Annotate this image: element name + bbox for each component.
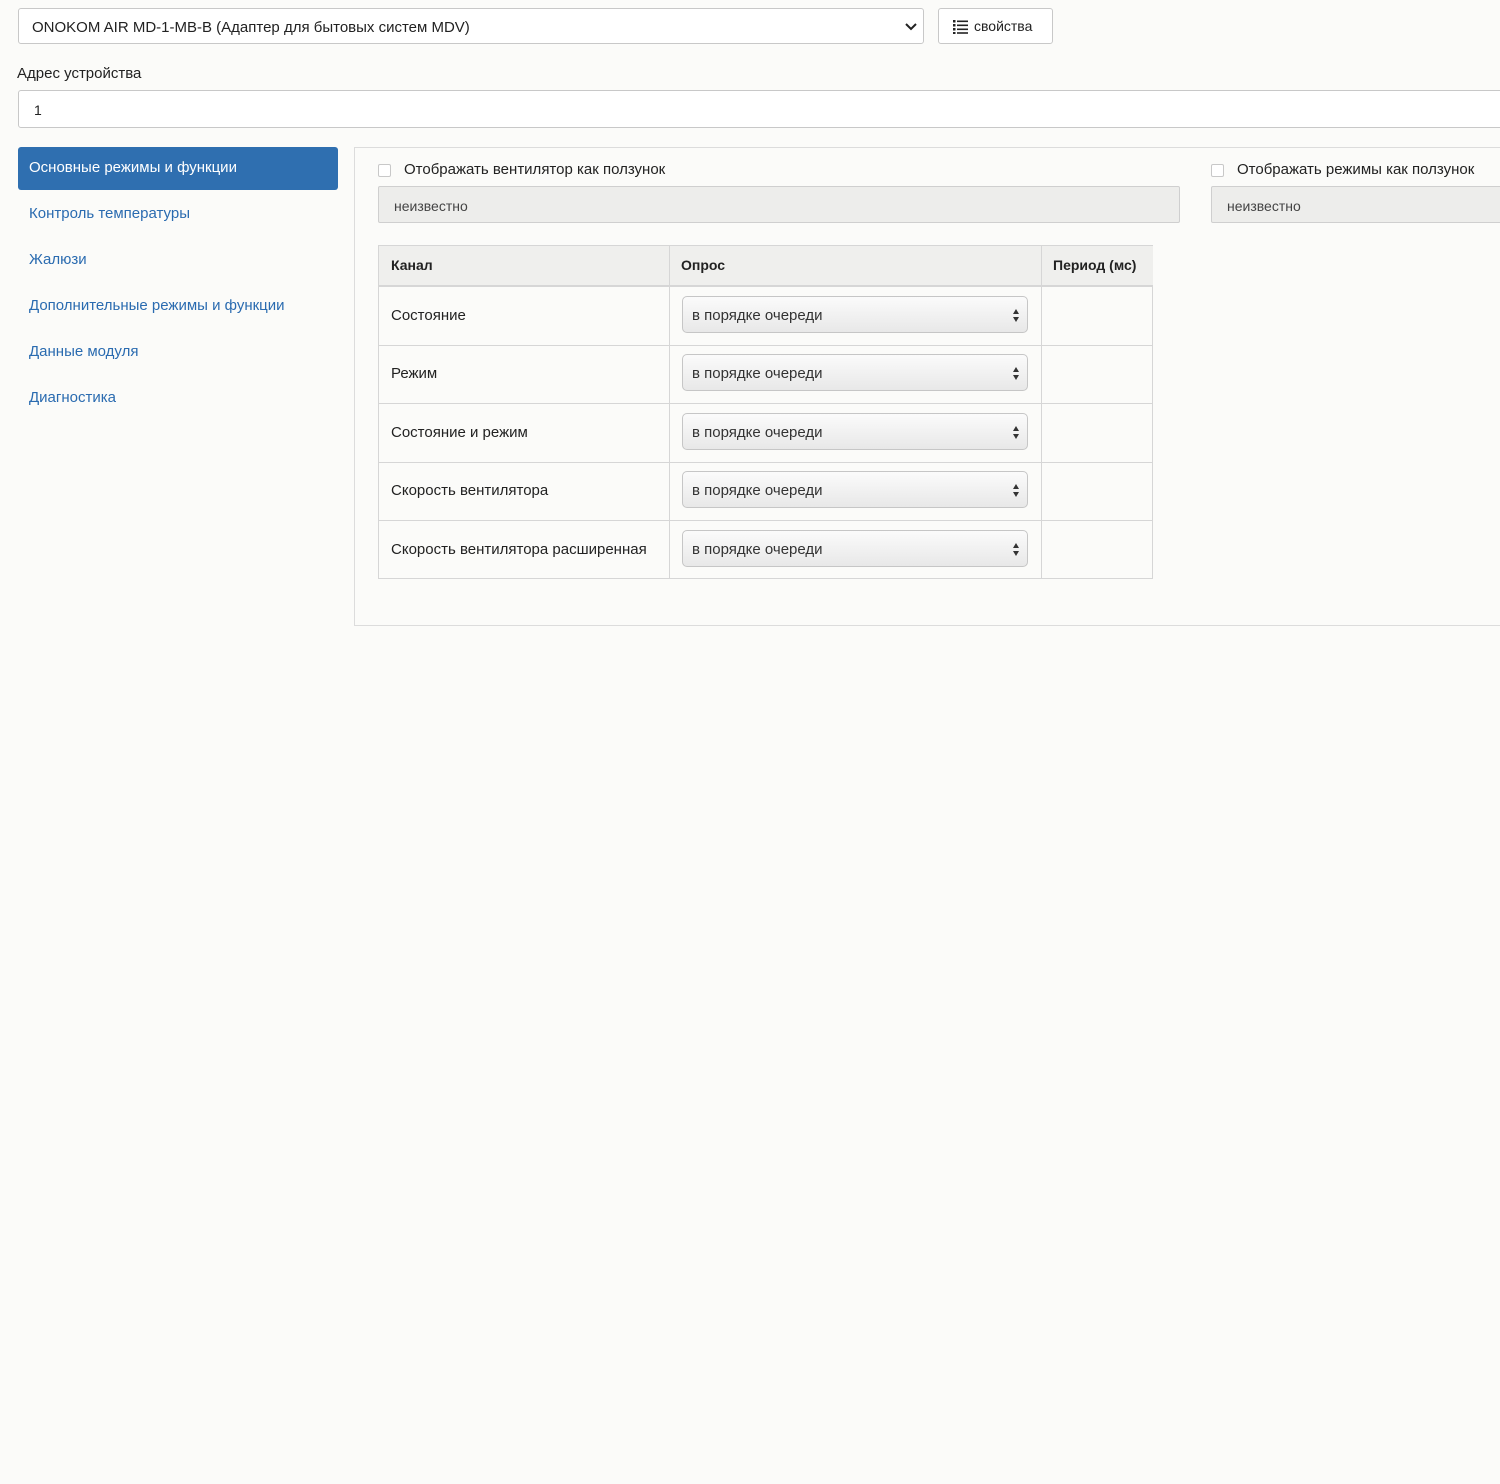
fan-value-field: неизвестно bbox=[378, 186, 1180, 223]
poll-select[interactable]: в порядке очереди bbox=[682, 413, 1028, 450]
sidebar-item-module-data[interactable]: Данные модуля bbox=[18, 331, 338, 374]
properties-button[interactable]: свойства bbox=[938, 8, 1053, 44]
table-row-channel: Состояние и режим bbox=[391, 424, 528, 441]
poll-select-value: в порядке очереди bbox=[692, 482, 823, 499]
column-header-period: Период (мс) bbox=[1041, 246, 1153, 286]
poll-select[interactable]: в порядке очереди bbox=[682, 296, 1028, 333]
sidebar-item-main-modes[interactable]: Основные режимы и функции bbox=[18, 147, 338, 190]
column-header-poll: Опрос bbox=[669, 246, 1041, 286]
fan-value: неизвестно bbox=[394, 198, 468, 214]
poll-select-value: в порядке очереди bbox=[692, 365, 823, 382]
updown-arrows-icon bbox=[1013, 426, 1019, 439]
chevron-down-icon bbox=[905, 23, 917, 31]
poll-select[interactable]: в порядке очереди bbox=[682, 530, 1028, 567]
address-label: Адрес устройства bbox=[17, 65, 142, 82]
updown-arrows-icon bbox=[1013, 484, 1019, 497]
list-icon bbox=[953, 20, 968, 34]
updown-arrows-icon bbox=[1013, 543, 1019, 556]
poll-select[interactable]: в порядке очереди bbox=[682, 354, 1028, 391]
properties-button-label: свойства bbox=[974, 18, 1033, 34]
modes-value-field: неизвестно bbox=[1211, 186, 1500, 223]
updown-arrows-icon bbox=[1013, 309, 1019, 322]
poll-select-value: в порядке очереди bbox=[692, 424, 823, 441]
fan-slider-label: Отображать вентилятор как ползунок bbox=[404, 161, 666, 178]
poll-select[interactable]: в порядке очереди bbox=[682, 471, 1028, 508]
poll-select-value: в порядке очереди bbox=[692, 307, 823, 324]
modes-slider-checkbox[interactable] bbox=[1211, 164, 1224, 177]
device-select[interactable]: ONOKOM AIR MD-1-MB-B (Адаптер для бытовы… bbox=[18, 8, 924, 44]
address-input[interactable]: 1 bbox=[18, 90, 1500, 128]
table-row-channel: Скорость вентилятора bbox=[391, 482, 549, 499]
table-row-channel: Состояние bbox=[391, 307, 466, 324]
table-row-channel: Скорость вентилятора расширенная bbox=[391, 541, 647, 558]
address-value: 1 bbox=[34, 102, 42, 118]
sidebar-item-diagnostics[interactable]: Диагностика bbox=[18, 377, 338, 420]
table-row-channel: Режим bbox=[391, 365, 438, 382]
sidebar-item-temperature[interactable]: Контроль температуры bbox=[18, 193, 338, 236]
sidebar-item-louvers[interactable]: Жалюзи bbox=[18, 239, 338, 282]
poll-select-value: в порядке очереди bbox=[692, 541, 823, 558]
modes-slider-label: Отображать режимы как ползунок bbox=[1237, 161, 1475, 178]
column-header-channel: Канал bbox=[379, 246, 669, 286]
modes-value: неизвестно bbox=[1227, 198, 1301, 214]
updown-arrows-icon bbox=[1013, 367, 1019, 380]
fan-slider-checkbox[interactable] bbox=[378, 164, 391, 177]
channels-table: Канал Опрос Период (мс) Состояние в поря… bbox=[378, 245, 1153, 579]
sidebar-item-extra-modes[interactable]: Дополнительные режимы и функции bbox=[18, 285, 338, 328]
device-select-value: ONOKOM AIR MD-1-MB-B (Адаптер для бытовы… bbox=[32, 19, 470, 36]
